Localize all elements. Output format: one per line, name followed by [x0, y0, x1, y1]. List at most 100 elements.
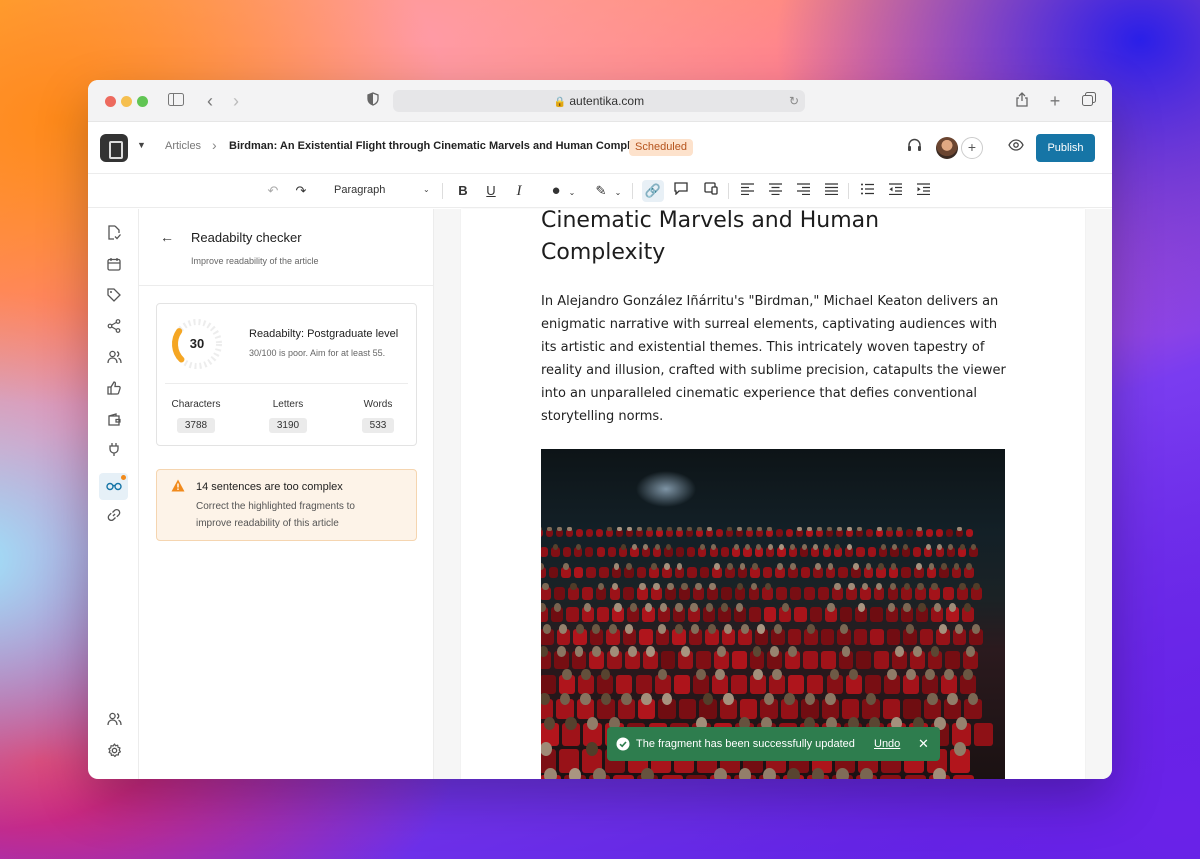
seat — [919, 629, 933, 646]
audience-member — [621, 692, 632, 705]
document-check-icon[interactable] — [103, 225, 125, 247]
seat — [943, 586, 954, 600]
team-icon[interactable] — [103, 711, 125, 733]
align-justify-icon[interactable] — [822, 182, 840, 200]
audience-member — [959, 544, 965, 551]
audience-member — [575, 544, 581, 551]
sidebar-toggle-icon[interactable] — [167, 92, 185, 110]
document-page[interactable]: Cinematic Marvels and Human Complexity I… — [461, 208, 1085, 779]
seat — [573, 566, 584, 579]
tag-icon[interactable] — [103, 287, 125, 309]
chevron-down-icon[interactable]: ⌄ — [563, 184, 581, 202]
audience-member — [553, 603, 561, 612]
bullet-list-icon[interactable] — [858, 182, 876, 200]
align-right-icon[interactable] — [794, 182, 812, 200]
undo-link[interactable]: Undo — [874, 738, 900, 750]
audience-member — [645, 646, 655, 657]
back-icon[interactable]: ‹ — [201, 92, 219, 110]
close-icon[interactable]: ✕ — [918, 736, 929, 752]
seat — [731, 651, 747, 670]
outdent-icon[interactable] — [886, 182, 904, 200]
align-center-icon[interactable] — [766, 182, 784, 200]
audience-member — [941, 563, 947, 570]
audience-member — [715, 668, 725, 681]
close-window-button[interactable] — [105, 96, 116, 107]
add-collaborator-button[interactable]: + — [961, 137, 983, 159]
audience-member — [757, 526, 762, 532]
align-left-icon[interactable] — [738, 182, 756, 200]
seat — [687, 566, 697, 579]
underline-icon[interactable]: U — [482, 182, 500, 200]
audience-member — [625, 624, 634, 634]
indent-icon[interactable] — [914, 182, 932, 200]
audience-member — [627, 526, 632, 532]
seat — [946, 529, 953, 538]
chevron-down-icon[interactable]: ▼ — [137, 140, 146, 150]
readability-hint: 30/100 is poor. Aim for at least 55. — [249, 348, 386, 358]
seat — [678, 698, 697, 720]
privacy-shield-icon[interactable] — [364, 92, 382, 110]
seat — [612, 775, 635, 779]
reload-icon[interactable]: ↻ — [789, 90, 799, 112]
link-icon[interactable]: 🔗 — [642, 180, 664, 202]
preview-eye-icon[interactable] — [1008, 139, 1024, 154]
seat — [673, 674, 690, 694]
article-heading[interactable]: Cinematic Marvels and Human Complexity — [541, 205, 1001, 269]
audience-member — [543, 716, 555, 730]
article-paragraph[interactable]: In Alejandro González Iñárritu's "Birdma… — [541, 290, 1011, 428]
complexity-warning[interactable]: 14 sentences are too complex Correct the… — [156, 469, 417, 541]
publish-button[interactable]: Publish — [1036, 134, 1095, 162]
block-style-select[interactable]: Paragraph — [334, 184, 385, 196]
audience-member — [770, 646, 780, 657]
back-arrow-icon[interactable]: ← — [160, 229, 174, 245]
forward-icon[interactable]: › — [227, 92, 245, 110]
seat — [716, 529, 723, 538]
bold-icon[interactable]: B — [454, 182, 472, 200]
audience-member — [565, 716, 577, 730]
gear-icon[interactable] — [103, 743, 125, 765]
audience-member — [841, 646, 851, 657]
stat-letters: Letters 3190 — [261, 399, 315, 433]
audience-member — [857, 526, 862, 532]
audience-member — [541, 646, 548, 657]
users-icon[interactable] — [103, 349, 125, 371]
audience-member — [707, 526, 712, 532]
highlight-pen-icon[interactable]: ✎ — [592, 182, 610, 200]
audience-member — [542, 582, 549, 591]
new-tab-icon[interactable]: + — [1046, 92, 1064, 110]
maximize-window-button[interactable] — [137, 96, 148, 107]
article-title: Birdman: An Existential Flight through C… — [229, 140, 656, 152]
undo-icon[interactable]: ↶ — [264, 182, 282, 200]
address-bar[interactable]: 🔒 autentika.com ↻ — [393, 90, 805, 112]
seat — [842, 698, 860, 720]
audience-member — [647, 526, 652, 532]
tab-overview-icon[interactable] — [1080, 92, 1098, 110]
audience-member — [733, 544, 739, 551]
user-avatar[interactable] — [936, 137, 958, 159]
audience-member — [835, 767, 849, 779]
audience-member — [681, 582, 688, 591]
redo-icon[interactable]: ↷ — [292, 182, 310, 200]
seat — [596, 547, 605, 558]
audience-member — [556, 646, 566, 657]
responsive-view-icon[interactable] — [702, 182, 720, 200]
wallet-icon[interactable] — [103, 411, 125, 433]
comment-icon[interactable] — [672, 182, 690, 200]
seat — [776, 529, 783, 538]
italic-icon[interactable]: I — [510, 182, 528, 200]
chevron-down-icon[interactable]: ⌄ — [609, 184, 627, 202]
link-icon[interactable] — [103, 507, 125, 529]
chevron-down-icon[interactable]: ⌄ — [423, 185, 430, 194]
seat — [731, 674, 748, 694]
breadcrumb-articles[interactable]: Articles — [165, 140, 201, 152]
audience-member — [763, 692, 775, 705]
app-logo-icon[interactable] — [100, 134, 128, 162]
stat-words: Words 533 — [351, 399, 405, 433]
share-icon[interactable] — [1013, 92, 1031, 111]
share-nodes-icon[interactable] — [103, 318, 125, 340]
thumbs-up-icon[interactable] — [103, 380, 125, 402]
calendar-icon[interactable] — [103, 256, 125, 278]
plug-icon[interactable] — [103, 442, 125, 464]
headphones-icon[interactable] — [907, 138, 922, 155]
minimize-window-button[interactable] — [121, 96, 132, 107]
